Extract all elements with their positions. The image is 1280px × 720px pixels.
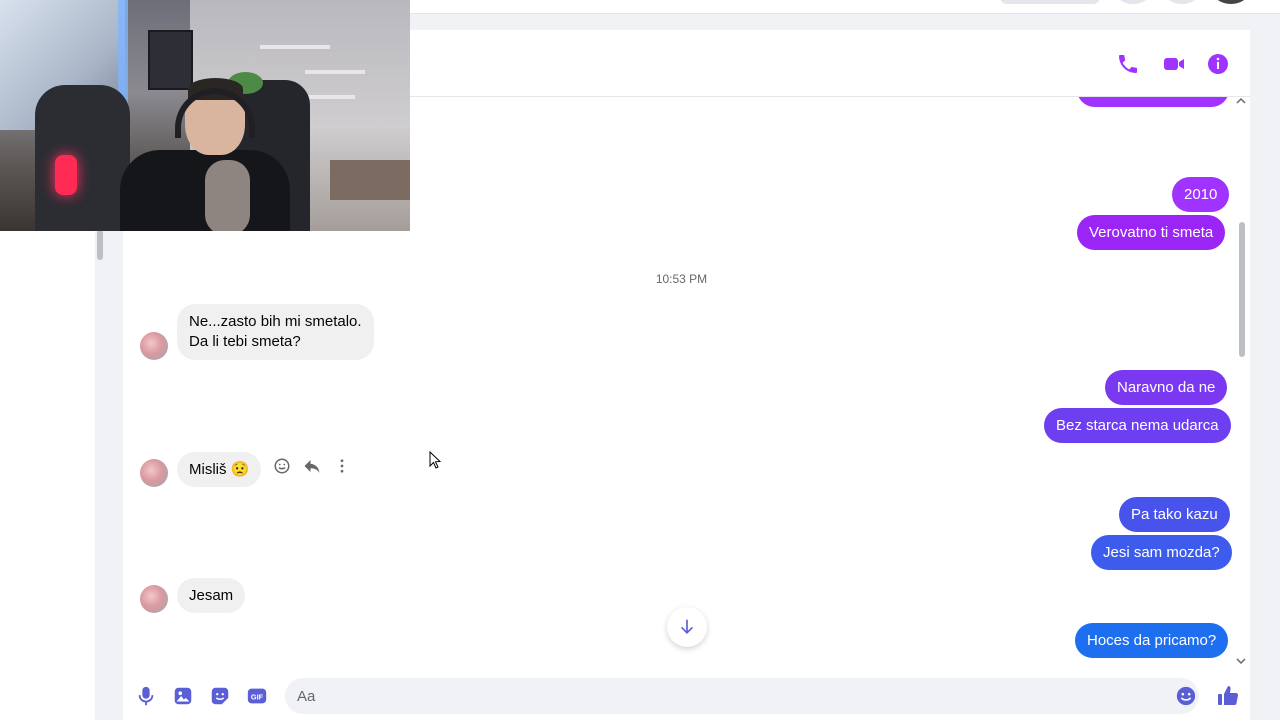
- image-icon[interactable]: [172, 685, 194, 707]
- message-input[interactable]: [285, 678, 1145, 714]
- message-composer: GIF: [123, 670, 1250, 720]
- webcam-chair: [35, 85, 130, 231]
- webcam-shelf: [260, 45, 330, 49]
- top-search-pill[interactable]: [1000, 0, 1100, 4]
- gif-button[interactable]: GIF: [246, 685, 268, 707]
- sticker-icon[interactable]: [209, 685, 231, 707]
- message-timestamp: 10:53 PM: [655, 272, 708, 286]
- incoming-message[interactable]: Misliš 😟: [177, 452, 262, 487]
- webcam-desk: [330, 160, 410, 200]
- thread-scrollbar-track[interactable]: [1235, 97, 1247, 670]
- more-vertical-icon[interactable]: [332, 456, 352, 476]
- outgoing-message[interactable]: Naravno da ne: [1105, 370, 1228, 405]
- message-input-wrapper: [285, 678, 1199, 714]
- mouse-cursor-icon: [429, 451, 441, 469]
- outgoing-message-partial[interactable]: [1077, 97, 1229, 107]
- message-text: Naravno da ne: [1117, 378, 1216, 396]
- outgoing-message[interactable]: Jesi sam mozda?: [1091, 535, 1232, 570]
- incoming-message[interactable]: Ne...zasto bih mi smetalo. Da li tebi sm…: [177, 304, 374, 360]
- microphone-icon[interactable]: [135, 685, 157, 707]
- outgoing-message[interactable]: Hoces da pricamo?: [1075, 623, 1229, 658]
- outgoing-message[interactable]: 2010: [1172, 177, 1230, 212]
- message-text-line: Da li tebi smeta?: [189, 333, 301, 350]
- outgoing-message[interactable]: Verovatno ti smeta: [1077, 215, 1226, 250]
- reply-icon[interactable]: [302, 456, 322, 476]
- outgoing-message[interactable]: Bez starca nema udarca: [1044, 408, 1231, 443]
- message-text: Hoces da pricamo?: [1087, 631, 1217, 649]
- thread-scrollbar-thumb[interactable]: [1239, 222, 1245, 357]
- worried-emoji-icon: 😟: [230, 460, 250, 478]
- scroll-down-arrow-icon[interactable]: [1236, 657, 1246, 665]
- emoji-icon[interactable]: [1175, 685, 1197, 707]
- message-text: Verovatno ti smeta: [1089, 223, 1214, 241]
- smiley-icon[interactable]: [272, 456, 292, 476]
- phone-icon[interactable]: [1116, 52, 1140, 76]
- info-icon[interactable]: [1206, 52, 1230, 76]
- message-text: Pa tako kazu: [1131, 505, 1218, 523]
- conversation-list-scrollbar[interactable]: [97, 230, 103, 260]
- jump-to-latest-button[interactable]: [667, 607, 707, 647]
- webcam-shelf: [305, 70, 365, 74]
- message-text: Bez starca nema udarca: [1056, 416, 1219, 434]
- video-camera-icon[interactable]: [1162, 52, 1186, 76]
- arrow-down-icon: [681, 619, 693, 635]
- scroll-up-arrow-icon[interactable]: [1236, 97, 1246, 105]
- account-avatar[interactable]: [1214, 0, 1248, 4]
- top-notifications-button[interactable]: [1166, 0, 1198, 4]
- contact-avatar[interactable]: [140, 585, 168, 613]
- thumbs-up-icon[interactable]: [1216, 684, 1240, 708]
- message-text: Jesam: [189, 586, 234, 604]
- webcam-person-arm: [205, 160, 250, 231]
- message-text: 2010: [1184, 185, 1218, 203]
- outgoing-message[interactable]: Pa tako kazu: [1119, 497, 1230, 532]
- contact-avatar[interactable]: [140, 459, 168, 487]
- incoming-message[interactable]: Jesam: [177, 578, 246, 613]
- webcam-overlay: [0, 0, 410, 231]
- message-text: Misliš: [189, 460, 227, 478]
- message-text-line: Ne...zasto bih mi smetalo.: [189, 313, 362, 330]
- top-menu-button[interactable]: [1117, 0, 1149, 4]
- gif-label: GIF: [251, 693, 264, 702]
- message-text: Jesi sam mozda?: [1103, 543, 1220, 561]
- webcam-tv: [148, 30, 193, 90]
- webcam-red-light: [55, 155, 77, 195]
- contact-avatar[interactable]: [140, 332, 168, 360]
- message-hover-actions: [272, 456, 352, 476]
